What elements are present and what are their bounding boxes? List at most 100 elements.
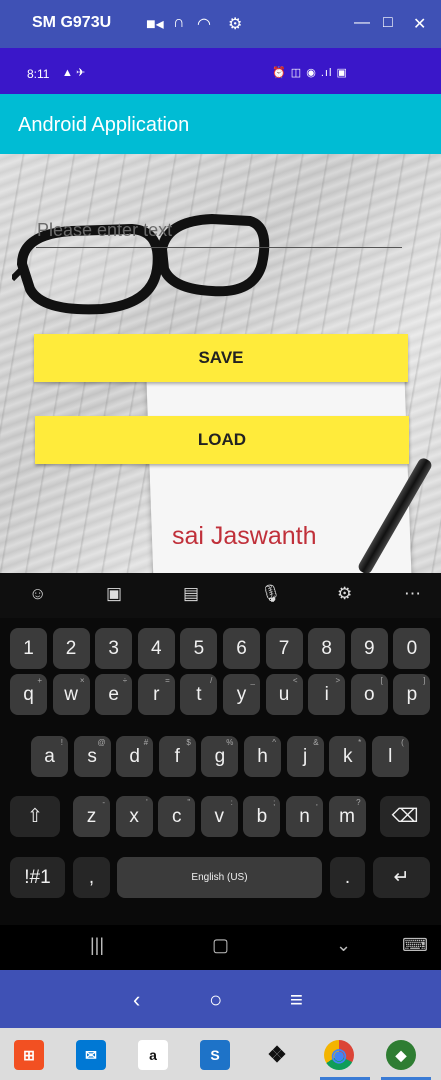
key-u[interactable]: u <: [265, 674, 303, 715]
key-s[interactable]: s @: [73, 736, 111, 777]
home-circle-icon[interactable]: ○: [209, 987, 222, 1013]
notification-icons: ▲ ✈: [62, 67, 86, 79]
space-key[interactable]: English (US): [117, 857, 322, 898]
key-p[interactable]: p]: [393, 674, 431, 715]
minimize-icon[interactable]: —: [354, 14, 370, 32]
key-q[interactable]: q +: [10, 674, 47, 715]
symbols-key[interactable]: !#1: [10, 857, 65, 898]
key-o[interactable]: o[: [350, 674, 388, 715]
key-p-alt-symbol: ]: [423, 676, 426, 685]
key-0[interactable]: 0: [393, 628, 431, 669]
key-x-label: x: [129, 806, 139, 827]
period-key[interactable]: .: [330, 857, 365, 898]
video-camera-icon[interactable]: ■◂: [146, 14, 164, 34]
key-y[interactable]: y _: [223, 674, 260, 715]
save-button[interactable]: SAVE: [34, 334, 408, 382]
key-3[interactable]: 3: [95, 628, 133, 669]
recents-icon[interactable]: |||: [90, 935, 104, 956]
keyboard-switch-icon[interactable]: ⌨: [402, 935, 428, 956]
sticker-icon[interactable]: ▣: [106, 584, 122, 604]
key-l[interactable]: l(: [371, 736, 409, 777]
app-action-bar: Android Application: [0, 94, 441, 154]
store-icon[interactable]: ⊞: [14, 1040, 44, 1070]
key-t[interactable]: t /: [180, 674, 218, 715]
chrome-icon[interactable]: ◉: [324, 1040, 354, 1070]
key-j[interactable]: j &: [286, 736, 324, 777]
enter-key[interactable]: ↵: [373, 857, 430, 898]
key-2-label: 2: [65, 638, 77, 659]
key-9-label: 9: [364, 638, 375, 659]
gear-icon[interactable]: ⚙: [228, 14, 242, 34]
key-c[interactable]: c ": [158, 796, 196, 837]
microphone-icon[interactable]: 🎙: [260, 584, 282, 604]
key-w[interactable]: w ×: [52, 674, 90, 715]
key-g[interactable]: g%: [201, 736, 239, 777]
key-w-label: w: [64, 684, 78, 705]
key-1[interactable]: 1: [10, 628, 47, 669]
hide-keyboard-icon[interactable]: ⌄: [336, 935, 351, 956]
key-4[interactable]: 4: [137, 628, 175, 669]
key-v-alt-symbol: :: [230, 798, 233, 807]
shift-key[interactable]: ⇧: [10, 796, 60, 837]
enter-key-label: ↵: [393, 867, 410, 888]
key-k-alt-symbol: *: [358, 738, 362, 747]
key-2[interactable]: 2: [52, 628, 90, 669]
key-d-label: d: [129, 746, 140, 767]
key-p-label: p: [406, 684, 418, 705]
key-d[interactable]: d #: [116, 736, 154, 777]
gear-icon[interactable]: ⚙: [337, 584, 352, 604]
key-z-alt-symbol: -: [102, 798, 105, 807]
android-studio-icon[interactable]: ◆: [386, 1040, 416, 1070]
soft-keyboard: 1 2 3 4 5 6 7 8 9 0 q + w × e ÷ r = t / y _ u < i > o[p] a! s @ d # f $ g%…: [0, 618, 441, 925]
key-m[interactable]: m?: [328, 796, 366, 837]
load-button[interactable]: LOAD: [35, 416, 409, 464]
key-z[interactable]: z-: [73, 796, 110, 837]
back-icon[interactable]: ‹: [133, 987, 140, 1013]
space-key-label: English (US): [191, 872, 248, 883]
menu-icon[interactable]: ≡: [290, 987, 303, 1013]
key-g-alt-symbol: %: [226, 738, 234, 747]
key-x[interactable]: x ': [115, 796, 153, 837]
key-q-alt-symbol: +: [37, 676, 42, 685]
key-e[interactable]: e ÷: [95, 674, 133, 715]
maximize-icon[interactable]: □: [383, 14, 393, 32]
key-b-label: b: [256, 806, 268, 827]
comma-key-label: ,: [88, 867, 95, 888]
key-n[interactable]: n,: [286, 796, 323, 837]
key-b-alt-symbol: ;: [273, 798, 276, 807]
text-input[interactable]: Please enter text: [37, 220, 172, 241]
key-5[interactable]: 5: [180, 628, 218, 669]
key-8[interactable]: 8: [308, 628, 346, 669]
dropbox-icon[interactable]: ❖: [262, 1040, 292, 1070]
key-9[interactable]: 9: [350, 628, 388, 669]
amazon-icon[interactable]: a: [138, 1040, 168, 1070]
key-e-label: e: [108, 684, 119, 705]
gif-icon[interactable]: ▤: [183, 584, 199, 604]
headphones-icon[interactable]: ∩: [173, 14, 185, 32]
key-b[interactable]: b;: [243, 796, 281, 837]
key-h[interactable]: h ^: [244, 736, 281, 777]
mail-icon[interactable]: ✉: [76, 1040, 106, 1070]
key-a[interactable]: a!: [31, 736, 68, 777]
emoji-icon[interactable]: ☺: [29, 584, 46, 604]
comma-key[interactable]: ,: [73, 857, 110, 898]
key-k[interactable]: k *: [329, 736, 367, 777]
key-i-alt-symbol: >: [335, 676, 341, 685]
key-6[interactable]: 6: [223, 628, 260, 669]
close-icon[interactable]: ✕: [413, 14, 426, 34]
key-7[interactable]: 7: [265, 628, 303, 669]
wifi-icon[interactable]: ◠: [197, 14, 211, 34]
app-blue-icon[interactable]: S: [200, 1040, 230, 1070]
key-r[interactable]: r =: [137, 674, 175, 715]
key-l-label: l: [388, 746, 393, 767]
home-icon[interactable]: ▢: [212, 935, 229, 956]
key-q-label: q: [23, 684, 34, 705]
key-f-label: f: [174, 746, 180, 767]
backspace-key[interactable]: ⌫: [380, 796, 430, 837]
key-f[interactable]: f $: [158, 736, 196, 777]
more-icon[interactable]: ⋯: [404, 584, 421, 604]
period-key-label: .: [344, 867, 351, 888]
key-i[interactable]: i >: [308, 674, 346, 715]
key-v[interactable]: v:: [200, 796, 238, 837]
phone-navigation-bar: ||| ▢ ⌄ ⌨: [0, 925, 441, 970]
